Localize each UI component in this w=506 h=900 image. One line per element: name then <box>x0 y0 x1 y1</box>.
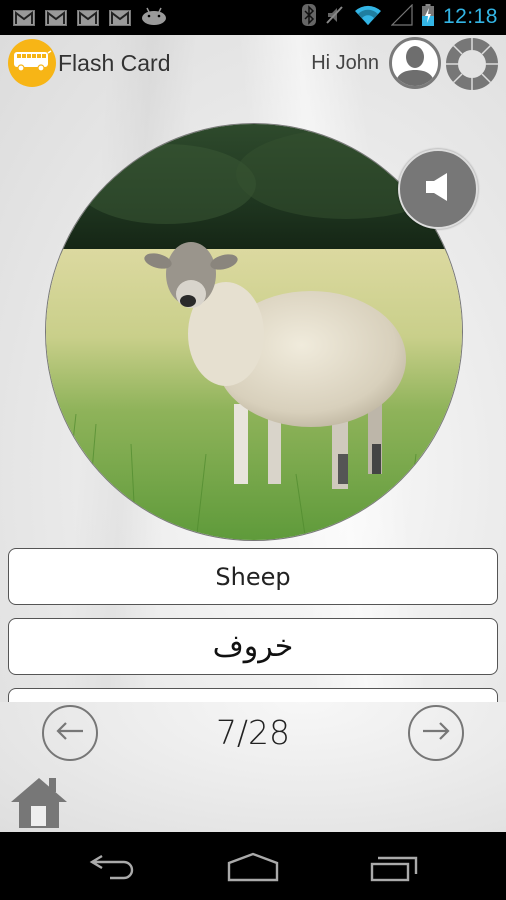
system-recents-button[interactable] <box>370 852 420 886</box>
app-title: Flash Card <box>58 50 171 76</box>
recents-icon <box>370 856 420 886</box>
gmail-icon <box>109 10 131 26</box>
android-icon <box>141 7 167 29</box>
system-home-button[interactable] <box>227 852 279 886</box>
english-word-box[interactable]: Sheep <box>8 548 498 605</box>
app-logo[interactable] <box>8 39 56 87</box>
status-bar: 12:18 <box>0 0 506 35</box>
system-nav-bar <box>0 832 506 900</box>
home-icon <box>11 778 67 832</box>
gmail-icon <box>13 10 35 26</box>
bus-icon <box>12 49 52 77</box>
back-icon <box>88 854 136 886</box>
speaker-icon <box>423 171 453 207</box>
home-outline-icon <box>227 852 279 886</box>
english-word: Sheep <box>215 562 291 591</box>
clock: 12:18 <box>442 5 498 28</box>
profile-button[interactable] <box>389 37 441 89</box>
ring-menu-icon <box>445 38 499 95</box>
arrow-right-icon <box>421 721 451 745</box>
arabic-word: خروف <box>212 629 294 664</box>
app-header: Flash Card Hi John <box>0 35 506 93</box>
signal-icon <box>390 3 413 30</box>
arabic-word-box[interactable]: خروف <box>8 618 498 675</box>
play-sound-button[interactable] <box>398 149 478 229</box>
settings-button[interactable] <box>445 37 499 91</box>
system-back-button[interactable] <box>88 852 136 886</box>
mute-icon <box>325 5 345 29</box>
wifi-icon <box>354 4 382 30</box>
flash-card-screen: Flash Card Hi John Sheep خروف 7/28 <box>0 35 506 832</box>
app-home-button[interactable] <box>11 776 67 828</box>
battery-charging-icon <box>421 4 434 30</box>
user-greeting: Hi John <box>311 52 379 74</box>
next-card-button[interactable] <box>408 705 464 761</box>
gmail-icon <box>45 10 67 26</box>
bluetooth-icon <box>301 4 316 30</box>
gmail-icon <box>77 10 99 26</box>
